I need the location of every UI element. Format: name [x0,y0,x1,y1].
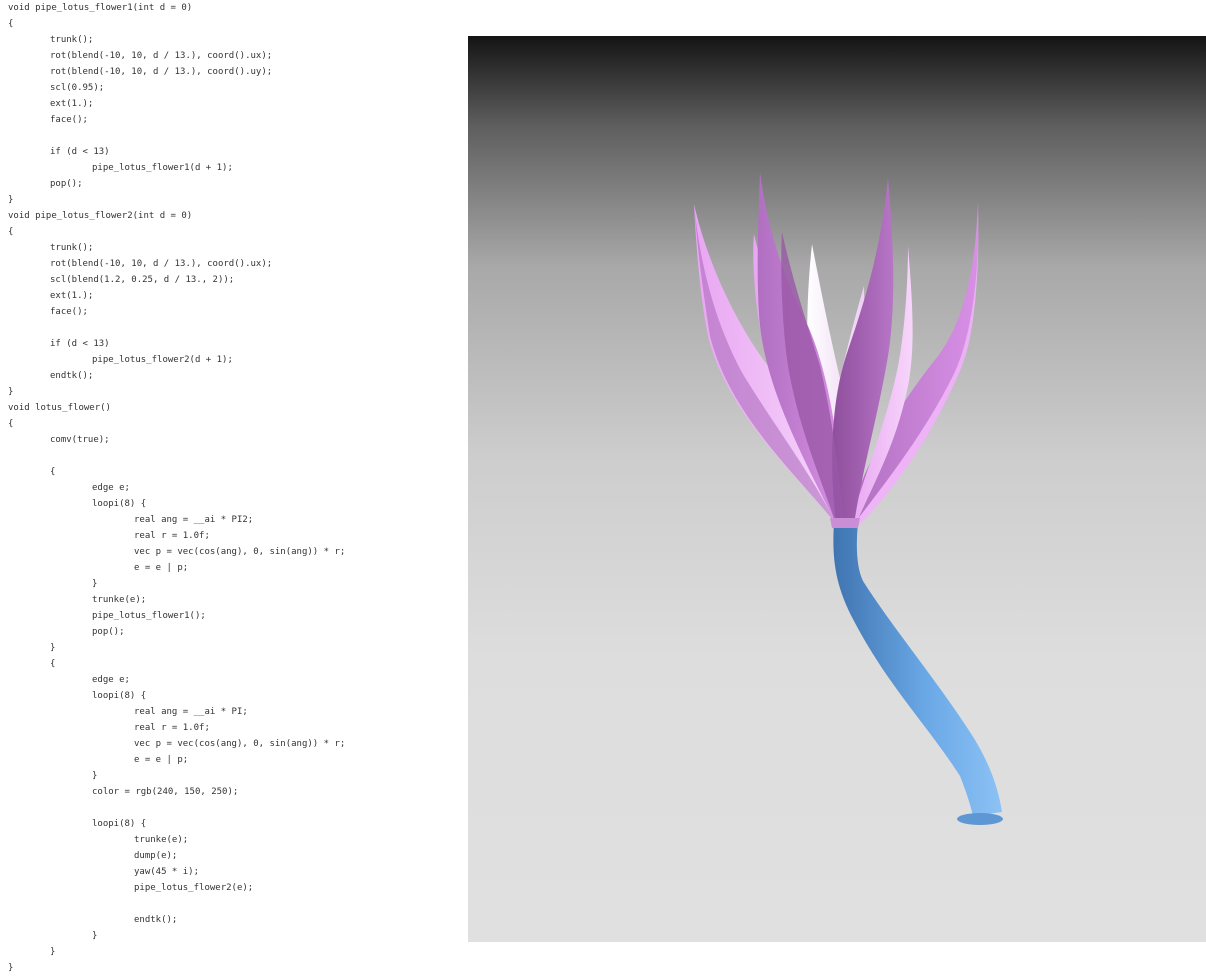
code-line[interactable]: trunke(e); [0,832,460,848]
code-line[interactable]: pop(); [0,624,460,640]
code-line[interactable]: face(); [0,304,460,320]
code-line[interactable]: yaw(45 * i); [0,864,460,880]
code-line[interactable]: void lotus_flower() [0,400,460,416]
code-line[interactable]: } [0,928,460,944]
code-line[interactable]: pipe_lotus_flower1(d + 1); [0,160,460,176]
flower-base [830,518,860,528]
code-line[interactable]: vec p = vec(cos(ang), 0, sin(ang)) * r; [0,544,460,560]
code-line[interactable]: vec p = vec(cos(ang), 0, sin(ang)) * r; [0,736,460,752]
code-line[interactable] [0,800,460,816]
code-line[interactable]: } [0,576,460,592]
code-line[interactable]: face(); [0,112,460,128]
code-line[interactable]: scl(blend(1.2, 0.25, d / 13., 2)); [0,272,460,288]
code-line[interactable]: trunk(); [0,32,460,48]
code-line[interactable]: pop(); [0,176,460,192]
code-editor[interactable]: void pipe_lotus_flower1(int d = 0){trunk… [0,0,460,973]
code-line[interactable]: endtk(); [0,368,460,384]
code-line[interactable]: endtk(); [0,912,460,928]
code-line[interactable]: { [0,464,460,480]
code-line[interactable]: { [0,224,460,240]
code-line[interactable]: edge e; [0,480,460,496]
code-line[interactable]: void pipe_lotus_flower2(int d = 0) [0,208,460,224]
lotus-flower-render [694,172,1003,825]
code-line[interactable]: pipe_lotus_flower2(e); [0,880,460,896]
code-line[interactable]: rot(blend(-10, 10, d / 13.), coord().uy)… [0,64,460,80]
code-line[interactable]: void pipe_lotus_flower1(int d = 0) [0,0,460,16]
code-line[interactable]: } [0,640,460,656]
code-line[interactable]: real ang = __ai * PI; [0,704,460,720]
code-line[interactable]: } [0,768,460,784]
code-line[interactable]: } [0,384,460,400]
code-line[interactable]: trunke(e); [0,592,460,608]
code-line[interactable]: if (d < 13) [0,144,460,160]
code-line[interactable]: edge e; [0,672,460,688]
code-line[interactable]: } [0,944,460,960]
stem [833,522,1002,816]
code-line[interactable]: rot(blend(-10, 10, d / 13.), coord().ux)… [0,48,460,64]
code-line[interactable]: comv(true); [0,432,460,448]
code-line[interactable]: } [0,960,460,976]
code-line[interactable]: e = e | p; [0,560,460,576]
code-line[interactable] [0,128,460,144]
code-line[interactable]: e = e | p; [0,752,460,768]
code-line[interactable]: { [0,16,460,32]
code-line[interactable]: } [0,192,460,208]
code-line[interactable] [0,320,460,336]
code-line[interactable]: color = rgb(240, 150, 250); [0,784,460,800]
code-line[interactable]: { [0,416,460,432]
code-line[interactable]: real ang = __ai * PI2; [0,512,460,528]
stem-end [957,813,1003,825]
code-line[interactable]: scl(0.95); [0,80,460,96]
code-line[interactable]: real r = 1.0f; [0,720,460,736]
code-line[interactable] [0,448,460,464]
code-line[interactable]: pipe_lotus_flower1(); [0,608,460,624]
code-line[interactable]: loopi(8) { [0,496,460,512]
code-line[interactable]: trunk(); [0,240,460,256]
code-line[interactable]: pipe_lotus_flower2(d + 1); [0,352,460,368]
code-line[interactable]: if (d < 13) [0,336,460,352]
code-line[interactable]: real r = 1.0f; [0,528,460,544]
code-line[interactable] [0,896,460,912]
3d-viewport[interactable] [468,36,1206,942]
code-line[interactable]: loopi(8) { [0,816,460,832]
code-line[interactable]: rot(blend(-10, 10, d / 13.), coord().ux)… [0,256,460,272]
code-line[interactable]: loopi(8) { [0,688,460,704]
code-line[interactable]: ext(1.); [0,288,460,304]
code-line[interactable]: dump(e); [0,848,460,864]
code-line[interactable]: { [0,656,460,672]
code-line[interactable]: ext(1.); [0,96,460,112]
